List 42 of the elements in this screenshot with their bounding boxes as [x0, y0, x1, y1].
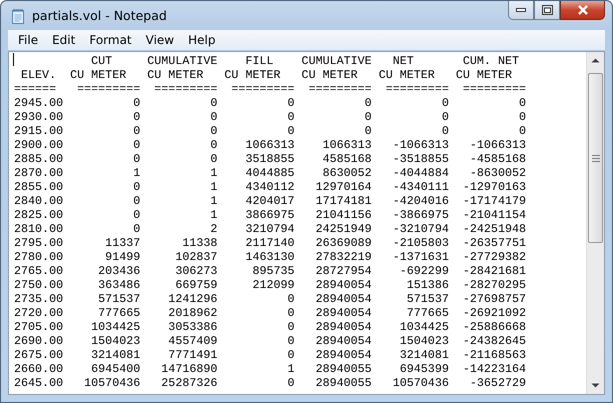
text-line: 2750.00 363486 669759 212099 28940054 151386 -28270295: [14, 278, 526, 292]
text-line: 2795.00 11337 11338 2117140 26369089 -2105803 -26357751: [14, 236, 526, 250]
text-line: ELEV. CU METER CU METER CU METER CU METER CU METER CU METER: [20, 68, 512, 82]
text-line: 2855.00 0 1 4340112 12970164 -4340111 -12970163: [14, 180, 526, 194]
text-line: 2915.00 0 0 0 0 0 0: [14, 124, 526, 138]
text-line: CUT CUMULATIVE FILL CUMULATIVE NET CUM. NET: [90, 54, 519, 68]
text-line: 2660.00 6945400 14716890 1 28940055 6945399 -14223164: [14, 362, 526, 376]
minimize-button[interactable]: [508, 1, 534, 20]
text-line: 2780.00 91499 102837 1463130 27832219 -1371631 -27729382: [14, 250, 526, 264]
maximize-button[interactable]: [534, 1, 560, 20]
notepad-icon: [10, 8, 26, 24]
menu-item[interactable]: Edit: [45, 33, 82, 47]
close-icon: [576, 5, 588, 15]
window-title: partials.vol - Notepad: [32, 8, 167, 23]
text-line: 2900.00 0 0 1066313 1066313 -1066313 -1066313: [14, 138, 526, 152]
text-line: 2930.00 0 0 0 0 0 0: [14, 110, 526, 124]
text-line: 2645.00 10570436 25287326 0 28940055 10570436 -3652729: [14, 376, 526, 390]
text-line: ====== ========= ========= ========= ========= ========= =========: [14, 82, 526, 96]
text-line: 2840.00 0 1 4204017 17174181 -4204016 -17174179: [14, 194, 526, 208]
text-cursor: [13, 53, 14, 66]
text-line: 2690.00 1504023 4557409 0 28940054 1504023 -24382645: [14, 334, 526, 348]
text-line: 2870.00 1 1 4044885 8630052 -4044884 -8630052: [14, 166, 526, 180]
text-line: 2705.00 1034425 3053386 0 28940054 1034425 -25886668: [14, 320, 526, 334]
minimize-icon: [516, 8, 526, 12]
text-line: 2735.00 571537 1241296 0 28940054 571537 -27698757: [14, 292, 526, 306]
scrollbar-thumb[interactable]: [588, 73, 603, 243]
close-button[interactable]: [560, 1, 605, 20]
text-line: 2885.00 0 0 3518855 4585168 -3518855 -4585168: [14, 152, 526, 166]
text-line: 2720.00 777665 2018962 0 28940054 777665 -26921092: [14, 306, 526, 320]
menu-item[interactable]: View: [138, 33, 182, 47]
text-line: 2810.00 0 2 3210794 24251949 -3210794 -24251948: [14, 222, 526, 236]
menu-item[interactable]: Format: [82, 33, 139, 47]
text-line: 2765.00 203436 306273 895735 28727954 -692299 -28421681: [14, 264, 526, 278]
text-line: 2675.00 3214081 7771491 0 28940054 3214081 -21168563: [14, 348, 526, 362]
text-line: 2825.00 0 1 3866975 21041156 -3866975 -21041154: [14, 208, 526, 222]
restore-icon: [542, 5, 552, 15]
scroll-up-icon[interactable]: [591, 58, 600, 63]
text-line: 2945.00 0 0 0 0 0 0: [14, 96, 526, 110]
menu-item[interactable]: Help: [181, 33, 222, 47]
scroll-down-icon[interactable]: [591, 383, 600, 388]
menu-item[interactable]: File: [11, 33, 46, 47]
vertical-scrollbar[interactable]: [586, 52, 604, 394]
